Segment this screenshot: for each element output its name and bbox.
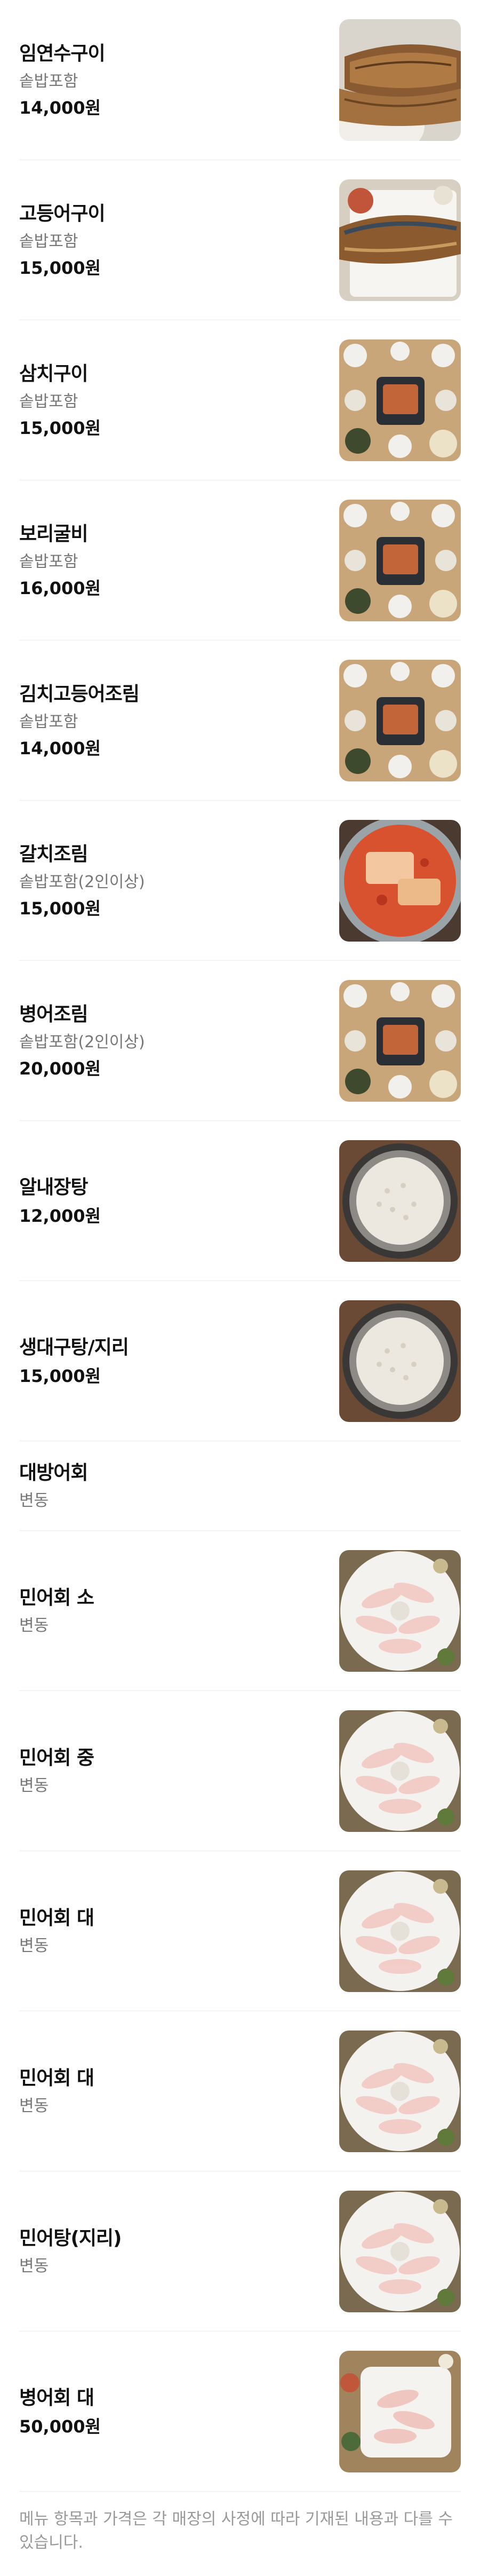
menu-item-photo[interactable] [339,179,461,301]
menu-item-price: 14,000원 [19,97,101,118]
menu-item-photo[interactable] [339,2350,461,2472]
menu-item-info: 민어탕(지리) 변동 [19,2226,122,2277]
menu-item-name: 병어조림 [19,1003,88,1025]
menu-item-info: 병어조림솥밥포함(2인이상) 20,000원 [19,1002,145,1080]
menu-item-info: 생대구탕/지리 15,000원 [19,1335,129,1387]
menu-item-info: 민어회 대변동 [19,2066,94,2117]
menu-item-name: 생대구탕/지리 [19,1336,129,1358]
menu-item[interactable]: 임연수구이솥밥포함 14,000원 [19,0,461,160]
menu-item[interactable]: 김치고등어조림솥밥포함 14,000원 [19,641,461,801]
menu-item-description: 변동 [19,2096,49,2115]
menu-item-photo[interactable] [339,2030,461,2152]
menu-item-name: 보리굴비 [19,523,88,545]
menu-item-photo[interactable] [339,1550,461,1672]
menu-item-name: 삼치구이 [19,362,88,385]
menu-item-price: 16,000원 [19,578,101,598]
menu-item-info: 민어회 소변동 [19,1585,94,1637]
menu-item-info: 민어회 대변동 [19,1906,94,1957]
menu-item-name: 갈치조림 [19,843,88,865]
menu-item-name: 대방어회 [19,1461,88,1484]
menu-item-description: 변동 [19,1936,49,1955]
menu-item-photo[interactable] [339,499,461,621]
menu-item-description: 솥밥포함 [19,552,78,571]
menu-item-description: 변동 [19,1616,49,1635]
menu-item-name: 민어회 대 [19,2067,94,2089]
menu-item-name: 민어회 중 [19,1747,94,1769]
menu-item-photo[interactable] [339,1140,461,1262]
menu-item-price: 20,000원 [19,1058,101,1079]
menu-item-description: 변동 [19,1776,49,1795]
menu-item[interactable]: 대방어회변동 [19,1441,461,1531]
menu-item-info: 알내장탕 12,000원 [19,1175,101,1227]
menu-item-photo[interactable] [339,339,461,461]
menu-item-info: 김치고등어조림솥밥포함 14,000원 [19,682,140,760]
menu-item-name: 민어회 소 [19,1586,94,1609]
menu-item-photo[interactable] [339,19,461,141]
menu-item[interactable]: 병어조림솥밥포함(2인이상) 20,000원 [19,961,461,1121]
menu-item[interactable]: 민어탕(지리) 변동 [19,2171,461,2332]
menu-item-description: 솥밥포함 [19,72,78,91]
menu-item[interactable]: 알내장탕 12,000원 [19,1121,461,1281]
menu-item-name: 김치고등어조림 [19,683,140,705]
menu-item[interactable]: 민어회 소변동 [19,1531,461,1691]
menu-item-name: 민어회 대 [19,1907,94,1929]
menu-item-description: 솥밥포함(2인이상) [19,1032,145,1052]
menu-item-info: 고등어구이솥밥포함 15,000원 [19,201,106,279]
menu-item-info: 보리굴비솥밥포함 16,000원 [19,521,101,599]
menu-item-description: 솥밥포함 [19,232,78,251]
menu-item-photo[interactable] [339,2190,461,2312]
menu-item-photo[interactable] [339,659,461,781]
menu-item-name: 고등어구이 [19,202,106,225]
menu-item-name: 민어탕(지리) [19,2227,122,2249]
menu-item-info: 대방어회변동 [19,1460,88,1512]
menu-item-price: 12,000원 [19,1205,101,1226]
menu-item-info: 임연수구이솥밥포함 14,000원 [19,41,106,119]
menu-item-description: 솥밥포함(2인이상) [19,872,145,891]
menu-item[interactable]: 갈치조림솥밥포함(2인이상) 15,000원 [19,801,461,961]
menu-item[interactable]: 민어회 대변동 [19,2011,461,2171]
menu-item-price: 15,000원 [19,417,101,438]
menu-item-price: 14,000원 [19,738,101,758]
menu-item-price: 15,000원 [19,257,101,278]
menu-notice: 메뉴 항목과 가격은 각 매장의 사정에 따라 기재된 내용과 다를 수 있습니… [19,2510,453,2552]
menu-item-name: 알내장탕 [19,1176,88,1198]
menu-item-name: 임연수구이 [19,42,106,65]
menu-item[interactable]: 삼치구이솥밥포함 15,000원 [19,320,461,480]
menu-item[interactable]: 생대구탕/지리 15,000원 [19,1281,461,1441]
menu-item-photo[interactable] [339,1300,461,1422]
menu-item-price: 50,000원 [19,2416,101,2437]
menu-item-description: 변동 [19,1491,49,1510]
menu-item-info: 병어회 대 50,000원 [19,2385,101,2438]
menu-item-info: 갈치조림솥밥포함(2인이상) 15,000원 [19,842,145,920]
menu-item-photo[interactable] [339,1870,461,1992]
menu-item[interactable]: 민어회 중변동 [19,1691,461,1851]
menu-item[interactable]: 고등어구이솥밥포함 15,000원 [19,160,461,320]
menu-item-photo[interactable] [339,979,461,1102]
menu-item-description: 솥밥포함 [19,392,78,411]
menu-item[interactable]: 보리굴비솥밥포함 16,000원 [19,480,461,641]
menu-item-info: 민어회 중변동 [19,1745,94,1797]
menu-item-description: 솥밥포함 [19,712,78,731]
menu-item[interactable]: 병어회 대 50,000원 [19,2332,461,2492]
menu-item-photo[interactable] [339,819,461,942]
menu-item-photo[interactable] [339,1710,461,1832]
menu-item-description: 변동 [19,2256,49,2275]
menu-item-price: 15,000원 [19,1365,101,1386]
menu-list: 임연수구이 솥밥포함 14,000원 고등어구이 솥밥포함 15,000원 삼치구이 솥밥… [0,0,480,2492]
menu-item-price: 15,000원 [19,898,101,919]
menu-item[interactable]: 민어회 대변동 [19,1851,461,2011]
menu-item-info: 삼치구이솥밥포함 15,000원 [19,361,101,439]
menu-item-name: 병어회 대 [19,2387,94,2409]
